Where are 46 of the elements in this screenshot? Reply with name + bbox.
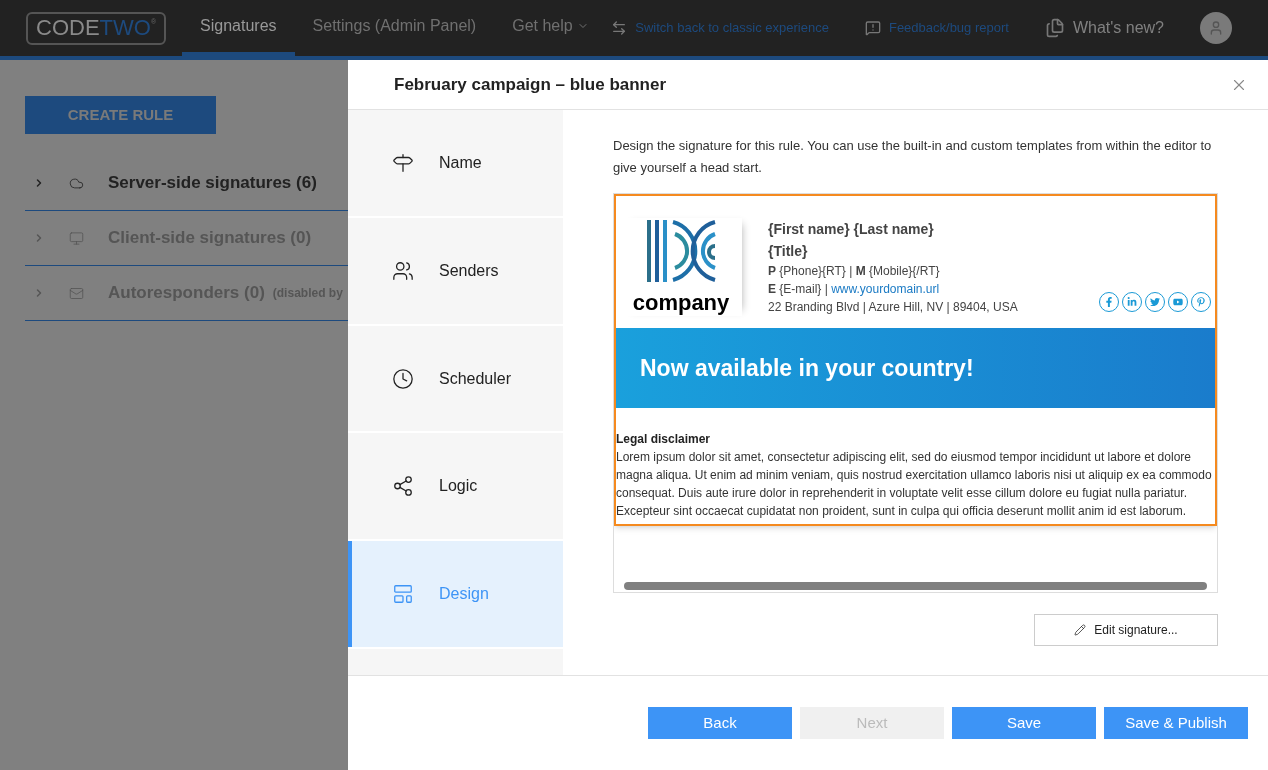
step-tab[interactable]: Logic bbox=[348, 433, 563, 540]
whats-new-link[interactable]: What's new? bbox=[1044, 16, 1164, 40]
tree-label: Server-side signatures (6) bbox=[108, 172, 317, 195]
nav-tab[interactable]: Settings (Admin Panel) bbox=[294, 0, 495, 56]
address-line: 22 Branding Blvd | Azure Hill, NV | 89404, USA bbox=[768, 299, 1018, 316]
banner-text: Now available in your country! bbox=[640, 353, 974, 383]
nodes-icon bbox=[392, 475, 414, 498]
people-icon bbox=[392, 259, 414, 282]
signpost-icon bbox=[392, 151, 414, 174]
header-link[interactable]: Feedback/bug report bbox=[864, 18, 1009, 38]
layout-icon bbox=[392, 583, 414, 606]
logo-mark-icon bbox=[645, 218, 717, 284]
clock-icon bbox=[392, 367, 414, 390]
company-name: company bbox=[632, 292, 730, 314]
step-tab[interactable]: Senders bbox=[348, 217, 563, 324]
arrows-icon bbox=[611, 20, 628, 36]
avatar[interactable] bbox=[1200, 12, 1232, 44]
disclaimer-text: Lorem ipsum dolor sit amet, consectetur adipiscing elit, sed do eiusmod tempor incididunt ut labore et dolore magna aliqua. Ut enim ad minim veniam, quis nostrud exercitation ullamco laboris nisi ut aliquip ex ea commodo consequat. Duis aute irure dolor in reprehenderit in voluptate velit esse cillum dolore eu fugiat nulla pariatur. Excepteur sint occaecat cupidatat non proident, sunt in culpa qui officia deserunt mollit anim id est laborum. bbox=[616, 449, 1213, 520]
footer-button[interactable]: Save bbox=[952, 707, 1096, 739]
person-title: {Title} bbox=[768, 242, 809, 261]
logo-text: CODE bbox=[36, 17, 100, 39]
speech-bubble-icon bbox=[864, 20, 881, 36]
nav-tab[interactable]: Get help bbox=[494, 0, 607, 56]
logo-text: TWO bbox=[99, 17, 151, 39]
pencil-icon bbox=[1074, 624, 1087, 636]
header-link[interactable]: Switch back to classic experience bbox=[611, 18, 829, 38]
disclaimer-title: Legal disclaimer bbox=[616, 431, 712, 448]
step-tab[interactable]: Design bbox=[348, 541, 563, 648]
mail-icon bbox=[69, 285, 84, 301]
phone-line: P {Phone}{RT} | M {Mobile}{/RT} bbox=[768, 263, 941, 280]
cloud-icon bbox=[69, 175, 84, 191]
edit-signature-button[interactable]: Edit signature... bbox=[1034, 614, 1218, 646]
email-line: E {E-mail} | bbox=[768, 281, 829, 298]
footer-button[interactable]: Save & Publish bbox=[1104, 707, 1248, 739]
create-rule-button[interactable]: CREATE RULE bbox=[25, 96, 216, 134]
nav-tab[interactable]: Signatures bbox=[182, 0, 295, 56]
website-link[interactable]: www.yourdomain.url bbox=[831, 280, 940, 298]
monitor-icon bbox=[69, 230, 84, 246]
dialog-title: February campaign – blue banner bbox=[394, 73, 668, 96]
step-tab[interactable]: Name bbox=[348, 110, 563, 216]
footer-button[interactable]: Back bbox=[648, 707, 792, 739]
person-name: {First name} {Last name} bbox=[768, 220, 935, 239]
user-icon bbox=[1208, 20, 1224, 36]
documents-icon bbox=[1044, 18, 1065, 38]
step-tab[interactable]: Scheduler bbox=[348, 325, 563, 432]
intro-text: Design the signature for this rule. You can use the built-in and custom templates from within the editor to give yourself a head start. bbox=[613, 137, 1213, 177]
